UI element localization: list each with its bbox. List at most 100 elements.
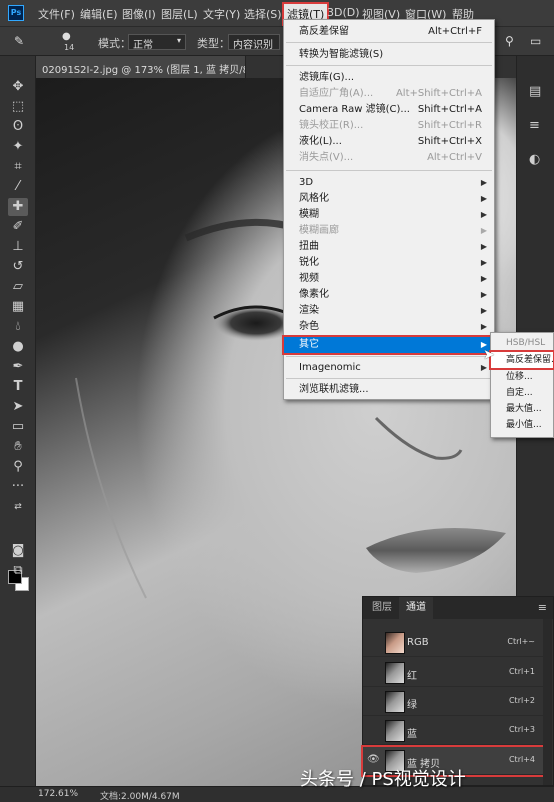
menu-item-video[interactable]: 视频 ▶ [284,271,494,287]
zoom-level[interactable]: 172.61% [38,789,78,799]
menu-item-label: 3D [299,177,314,188]
crop-tool-icon[interactable]: ⌗ [8,158,28,176]
marquee-tool-icon[interactable]: ⬚ [8,98,28,116]
menu-item-vanishing-point[interactable]: 消失点(V)... Alt+Ctrl+V [284,150,494,166]
eraser-tool-icon[interactable]: ▱ [8,278,28,296]
menu-item-label: 渲染 [299,305,319,316]
channel-thumbnail [385,720,405,742]
channel-row-green[interactable]: 绿 Ctrl+2 [363,688,543,716]
tab-channels[interactable]: 通道 [399,597,433,619]
document-tab-title: 02091S2I-2.jpg @ 173% (图层 1, 蓝 拷贝/8) * [42,65,246,76]
menu-item-last-filter[interactable]: 高反差保留 Alt+Ctrl+F [284,24,494,40]
swap-colors-icon[interactable]: ⇄ [8,498,28,516]
menu-divider [286,170,492,171]
menu-item-adaptive-wide-angle[interactable]: 自适应广角(A)... Alt+Shift+Ctrl+A [284,86,494,102]
brush-tool-icon[interactable]: ✐ [8,218,28,236]
screen-mode-icon[interactable]: ⧉ [8,562,28,580]
visibility-toggle[interactable] [367,636,379,648]
menu-edit[interactable]: 编辑(E) [80,6,118,22]
chevron-down-icon: ▾ [176,36,181,45]
document-tab[interactable]: 02091S2I-2.jpg @ 173% (图层 1, 蓝 拷贝/8) * [36,56,246,78]
menu-item-stylize[interactable]: 风格化 ▶ [284,191,494,207]
menu-item-label: 高反差保留 [299,26,349,37]
menu-divider [286,378,492,379]
dodge-tool-icon[interactable]: ● [8,338,28,356]
visibility-toggle[interactable] [367,695,379,707]
menu-item-3d[interactable]: 3D ▶ [284,175,494,191]
submenu-item-hsb-hsl[interactable]: HSB/HSL [491,335,553,351]
workspace-icon[interactable]: ▭ [530,34,541,48]
brush-preset-icon[interactable]: ● [62,31,71,42]
photoshop-logo-icon: Ps [8,5,24,21]
menu-item-distort[interactable]: 扭曲 ▶ [284,239,494,255]
channel-row-red[interactable]: 红 Ctrl+1 [363,659,543,687]
panel-scrollbar[interactable] [543,619,552,785]
menu-type[interactable]: 文字(Y) [203,6,240,22]
menu-item-pixelate[interactable]: 像素化 ▶ [284,287,494,303]
menu-item-convert-smart-filter[interactable]: 转换为智能滤镜(S) [284,47,494,63]
zoom-tool-icon[interactable]: ⚲ [8,458,28,476]
pen-tool-icon[interactable]: ✒ [8,358,28,376]
menu-item-blur[interactable]: 模糊 ▶ [284,207,494,223]
submenu-arrow-icon: ▶ [480,258,487,267]
search-icon[interactable]: ⚲ [505,34,514,48]
submenu-item-minimum[interactable]: 最小值... [491,417,553,433]
menu-item-other[interactable]: 其它 ▶ [282,335,496,355]
menu-item-browse-online-filters[interactable]: 浏览联机滤镜... [284,382,494,398]
menu-item-filter-gallery[interactable]: 滤镜库(G)... [284,70,494,86]
adjustments-panel-icon[interactable]: ◐ [529,152,540,167]
type-tool-icon[interactable]: T [8,378,28,396]
menu-item-lens-correction[interactable]: 镜头校正(R)... Shift+Ctrl+R [284,118,494,134]
hand-tool-icon[interactable]: ✋︎ [8,438,28,456]
menu-item-render[interactable]: 渲染 ▶ [284,303,494,319]
menu-item-noise[interactable]: 杂色 ▶ [284,319,494,335]
menu-3d[interactable]: 3D(D) [327,6,360,19]
menu-item-label: 风格化 [299,193,329,204]
blur-tool-icon[interactable]: 💧︎ [8,318,28,336]
submenu-item-maximum[interactable]: 最大值... [491,401,553,417]
submenu-arrow-icon: ▶ [480,194,487,203]
menu-layer[interactable]: 图层(L) [161,6,198,22]
menu-item-label: Camera Raw 滤镜(C)... [299,104,410,115]
quick-mask-icon[interactable]: ◙ [8,542,28,560]
history-panel-icon[interactable]: ▤ [529,84,541,99]
mode-select[interactable]: 正常 ▾ [128,34,186,51]
menu-item-imagenomic[interactable]: Imagenomic ▶ [284,360,494,376]
other-submenu: HSB/HSL 高反差保留... 位移... 自定... 最大值... 最小值.… [489,332,554,438]
clone-stamp-tool-icon[interactable]: ⊥ [8,238,28,256]
visibility-toggle[interactable] [367,724,379,736]
panel-menu-icon[interactable]: ≡ [538,601,547,614]
history-brush-tool-icon[interactable]: ↺ [8,258,28,276]
more-tools-icon[interactable]: ··· [8,478,28,496]
gradient-tool-icon[interactable]: ▦ [8,298,28,316]
menu-file[interactable]: 文件(F) [38,6,75,22]
visibility-toggle[interactable] [367,666,379,678]
menu-item-camera-raw[interactable]: Camera Raw 滤镜(C)... Shift+Ctrl+A [284,102,494,118]
magic-wand-tool-icon[interactable]: ✦ [8,138,28,156]
menu-item-sharpen[interactable]: 锐化 ▶ [284,255,494,271]
submenu-item-high-pass[interactable]: 高反差保留... [489,350,554,370]
lasso-tool-icon[interactable]: ʘ [8,118,28,136]
menu-divider [286,42,492,43]
submenu-item-custom[interactable]: 自定... [491,385,553,401]
type-content-aware-button[interactable]: 内容识别 [228,34,280,51]
menu-select[interactable]: 选择(S) [244,6,282,22]
menu-item-blur-gallery[interactable]: 模糊画廊 ▶ [284,223,494,239]
healing-brush-tool-icon[interactable]: ✎ [14,34,24,48]
menu-item-liquify[interactable]: 液化(L)... Shift+Ctrl+X [284,134,494,150]
shortcut-text: Alt+Ctrl+F [428,26,482,37]
mode-label: 模式： [98,37,131,50]
healing-brush-tool-icon[interactable]: ✚ [8,198,28,216]
channel-row-blue[interactable]: 蓝 Ctrl+3 [363,717,543,745]
channel-row-rgb[interactable]: RGB Ctrl+~ [363,629,543,657]
rectangle-tool-icon[interactable]: ▭ [8,418,28,436]
move-tool-icon[interactable]: ✥ [8,78,28,96]
submenu-item-offset[interactable]: 位移... [491,369,553,385]
tab-layers[interactable]: 图层 [365,597,399,619]
channel-shortcut: Ctrl+3 [508,725,535,734]
path-selection-tool-icon[interactable]: ➤ [8,398,28,416]
menu-image[interactable]: 图像(I) [122,6,156,22]
properties-panel-icon[interactable]: ≡ [529,118,540,133]
menu-item-label: 自适应广角(A)... [299,88,374,99]
eyedropper-tool-icon[interactable]: ⁄ [8,178,28,196]
